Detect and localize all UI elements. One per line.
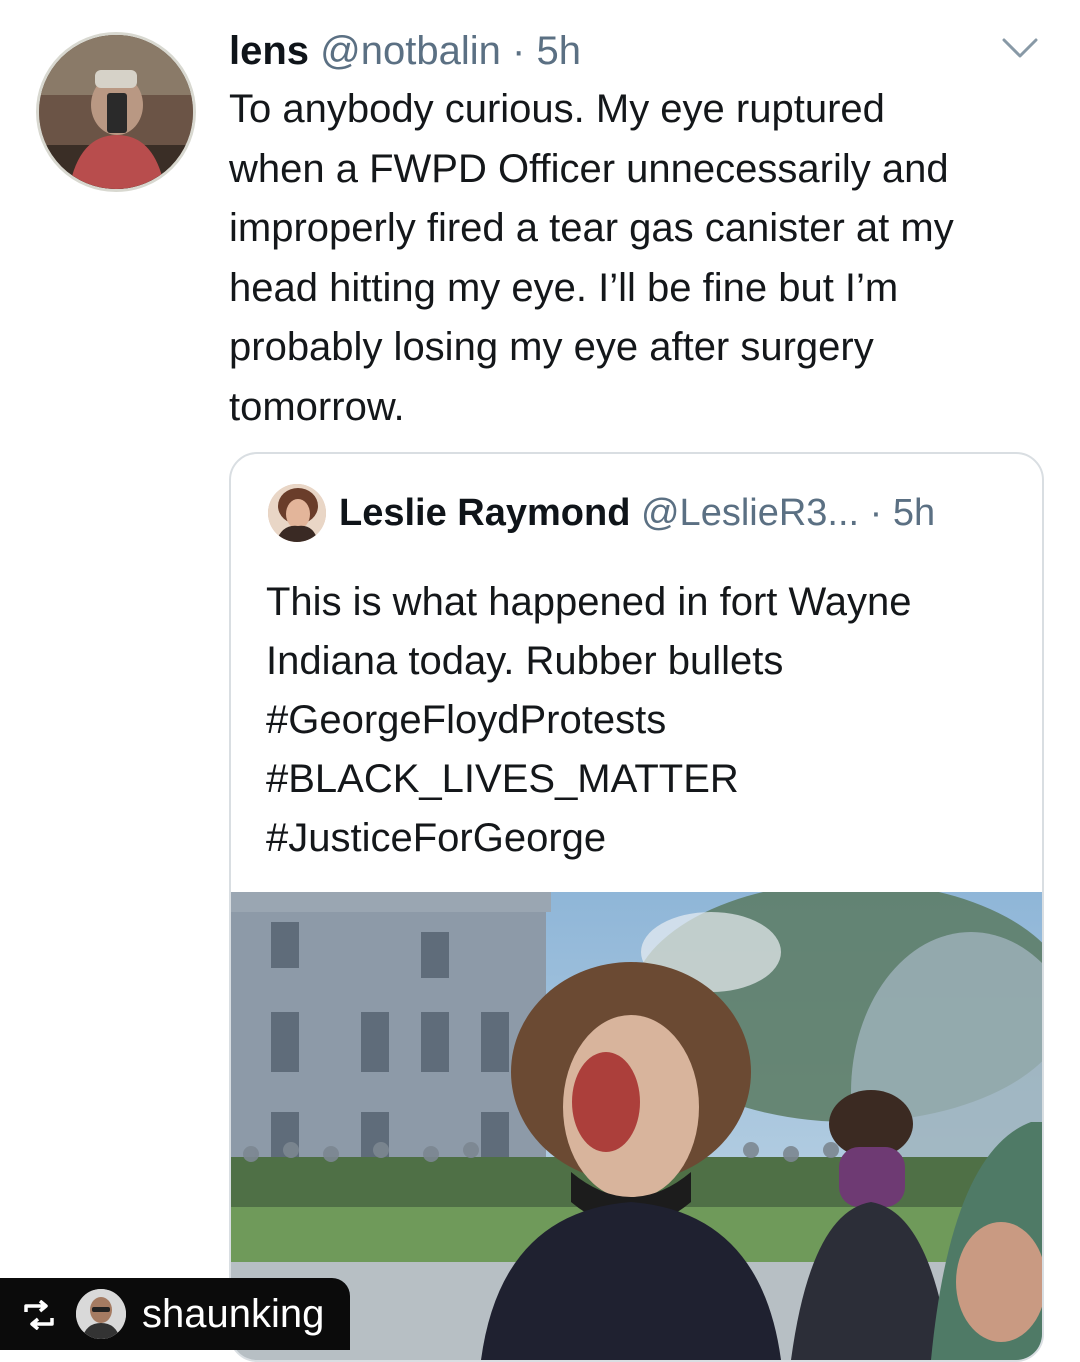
quoted-text-line: Indiana today. Rubber bullets xyxy=(266,639,784,683)
tweet-header: lens @notbalin · 5h xyxy=(229,26,581,76)
quoted-text-line: This is what happened in fort Wayne xyxy=(266,580,912,624)
user-avatar-photo-icon xyxy=(39,35,193,189)
separator-dot: · xyxy=(869,492,883,534)
tweet-timestamp[interactable]: 5h xyxy=(536,29,581,73)
author-avatar[interactable] xyxy=(36,32,196,192)
separator-dot: · xyxy=(512,29,526,73)
quoted-tweet-photo[interactable] xyxy=(231,892,1042,1360)
quoted-tweet-timestamp[interactable]: 5h xyxy=(893,492,935,534)
tweet-text-line: tomorrow. xyxy=(229,384,405,429)
tweet-text-line: improperly fired a tear gas canister at … xyxy=(229,206,954,250)
quoted-author-name[interactable]: Leslie Raymond xyxy=(339,492,630,534)
user-avatar-photo-icon xyxy=(268,484,326,542)
tweet-menu-button[interactable] xyxy=(1000,36,1040,60)
tweet-text-line: when a FWPD Officer unnecessarily and xyxy=(229,146,949,191)
tweet-text: To anybody curious. My eye ruptured when… xyxy=(229,80,1059,437)
tweet-text-line: head hitting my eye. I’ll be fine but I’… xyxy=(229,265,899,310)
user-avatar-photo-icon xyxy=(76,1289,126,1339)
quoted-tweet-text: This is what happened in fort Wayne Indi… xyxy=(266,573,1026,868)
reposter-avatar[interactable] xyxy=(76,1289,126,1339)
quoted-tweet-card[interactable]: Leslie Raymond @LeslieR3... · 5h This is… xyxy=(229,452,1044,1362)
tweet-text-line: probably losing my eye after surgery xyxy=(229,325,874,369)
quoted-author-handle[interactable]: @LeslieR3... xyxy=(641,492,859,534)
chevron-down-icon xyxy=(1002,38,1038,58)
tweet-text-line: To anybody curious. My eye ruptured xyxy=(229,87,885,131)
quoted-tweet-header: Leslie Raymond @LeslieR3... · 5h xyxy=(339,490,935,536)
hashtag[interactable]: #GeorgeFloydProtests xyxy=(266,691,1026,750)
quoted-author-avatar[interactable] xyxy=(268,484,326,542)
repost-badge: shaunking xyxy=(0,1278,350,1350)
hashtag[interactable]: #JusticeForGeorge xyxy=(266,809,1026,868)
author-name[interactable]: lens xyxy=(229,29,309,73)
hashtag[interactable]: #BLACK_LIVES_MATTER xyxy=(266,750,1026,809)
protest-photo-image-icon xyxy=(231,892,1042,1360)
author-handle[interactable]: @notbalin xyxy=(320,29,501,73)
reposter-username[interactable]: shaunking xyxy=(142,1288,324,1340)
repost-icon xyxy=(24,1300,54,1330)
